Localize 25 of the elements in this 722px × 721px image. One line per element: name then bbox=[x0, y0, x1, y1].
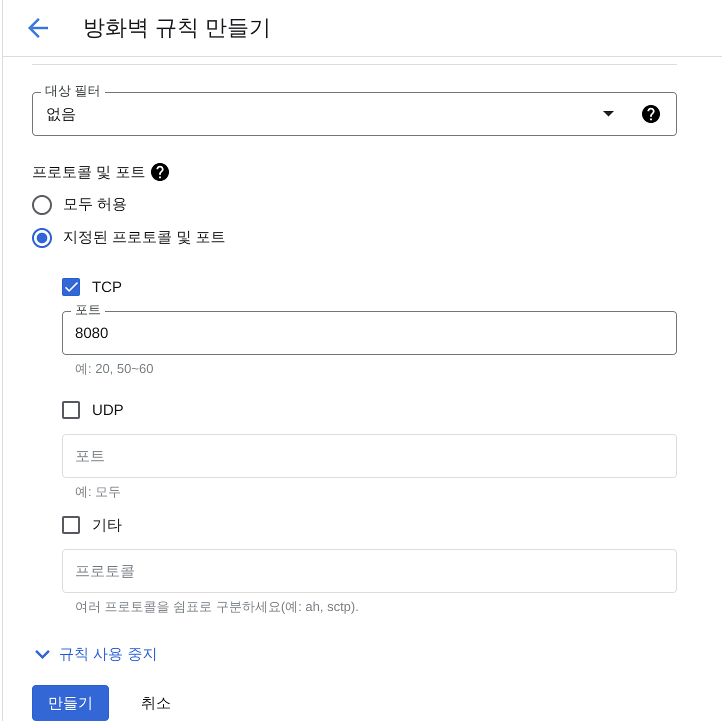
checkbox[interactable] bbox=[62, 516, 80, 534]
radio-button[interactable] bbox=[32, 194, 52, 214]
dropdown-value: 없음 bbox=[46, 104, 77, 124]
checkbox[interactable] bbox=[62, 278, 80, 296]
help-icon[interactable] bbox=[642, 105, 660, 123]
radio-label[interactable]: 지정된 프로토콜 및 포트 bbox=[63, 228, 226, 247]
radio-button[interactable] bbox=[32, 228, 52, 248]
help-icon[interactable] bbox=[151, 163, 170, 181]
checkbox-label[interactable]: UDP bbox=[92, 402, 124, 418]
checkmark-icon bbox=[64, 282, 78, 292]
checkbox[interactable] bbox=[62, 401, 80, 419]
hint-text: 여러 프로토콜을 쉼표로 구분하세요(예: ah, sctp). bbox=[74, 598, 360, 616]
cancel-button[interactable]: 취소 bbox=[125, 685, 187, 721]
page-title: 방화벽 규칙 만들기 bbox=[83, 14, 272, 42]
create-button[interactable]: 만들기 bbox=[32, 685, 109, 721]
disable-rule-toggle[interactable]: 규칙 사용 중지 bbox=[32, 642, 158, 666]
dropdown-caret-icon bbox=[603, 111, 614, 117]
checkbox-label[interactable]: TCP bbox=[92, 278, 122, 296]
field-label: 대상 필터 bbox=[41, 83, 105, 99]
back-arrow-icon[interactable] bbox=[28, 18, 48, 38]
hint-text: 예: 모두 bbox=[74, 483, 122, 501]
hint-text: 예: 20, 50~60 bbox=[74, 360, 154, 378]
checkbox-label[interactable]: 기타 bbox=[92, 516, 122, 534]
section-title: 프로토콜 및 포트 bbox=[32, 162, 146, 182]
radio-label[interactable]: 모두 허용 bbox=[63, 195, 128, 214]
